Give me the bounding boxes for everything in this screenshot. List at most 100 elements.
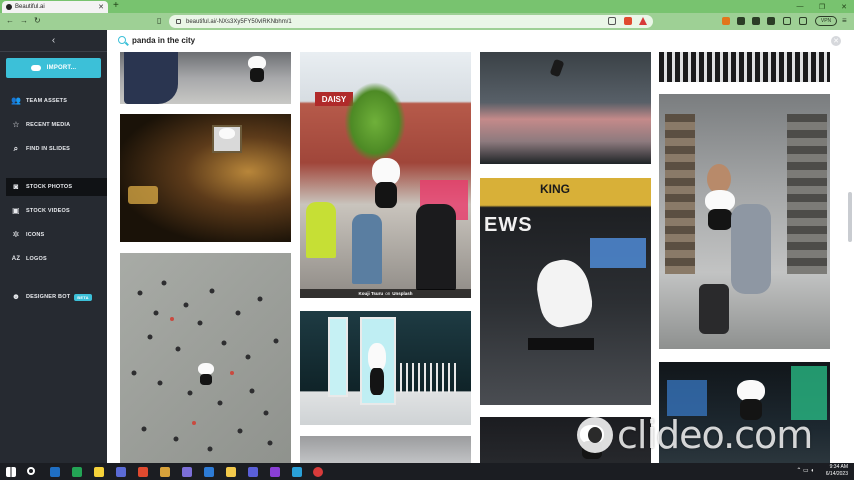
excel-icon[interactable]: [72, 467, 82, 477]
share-icon[interactable]: [608, 17, 616, 25]
results-scrollbar[interactable]: [848, 192, 852, 242]
photo-thumbnail[interactable]: DAISY Kouji Tsuru on Unsplash: [300, 52, 471, 298]
recording-icon[interactable]: [313, 467, 323, 477]
brave-shield-icon[interactable]: [624, 17, 632, 25]
import-button[interactable]: IMPORT...: [6, 58, 101, 78]
lock-icon: [176, 19, 181, 24]
photo-credit: Kouji Tsuru on Unsplash: [300, 289, 471, 298]
sidebar-item-logos[interactable]: AZ LOGOS: [0, 250, 107, 268]
collapse-panel-button[interactable]: ‹: [0, 30, 107, 52]
clideo-watermark: clideo.com: [577, 412, 813, 458]
search-icon: [118, 36, 126, 44]
sidebar-item-label: STOCK VIDEOS: [26, 208, 70, 214]
app-icon[interactable]: [204, 467, 214, 477]
gear-icon: ✲: [12, 230, 20, 239]
photo-credit-on: on: [385, 291, 391, 296]
maximize-icon[interactable]: ❐: [812, 0, 832, 13]
sidebar-item-recent-media[interactable]: ☆ RECENT MEDIA: [0, 116, 107, 134]
beta-badge: BETA: [74, 293, 92, 301]
photo-thumbnail[interactable]: [300, 436, 471, 463]
clock-time: 9:34 AM: [829, 464, 848, 470]
menu-icon[interactable]: ≡: [842, 16, 847, 26]
window-close-icon[interactable]: ✕: [834, 0, 854, 13]
sidebar-item-team-assets[interactable]: 👥 TEAM ASSETS: [0, 92, 107, 110]
star-icon: ☆: [12, 120, 20, 129]
tab-close-icon[interactable]: ✕: [98, 3, 104, 11]
sidebar-toggle-icon[interactable]: [783, 17, 791, 25]
new-tab-icon[interactable]: +: [113, 1, 119, 11]
watermark-text: clideo.com: [617, 413, 813, 457]
sidebar-item-stock-videos[interactable]: ▣ STOCK VIDEOS: [0, 202, 107, 220]
import-label: IMPORT...: [46, 65, 77, 71]
app-icon[interactable]: [248, 467, 258, 477]
puzzle-icon[interactable]: [767, 17, 775, 25]
browser-tabbar: Beautiful.ai ✕ + — ❐ ✕: [0, 0, 854, 13]
browser-tab[interactable]: Beautiful.ai ✕: [2, 1, 108, 13]
clideo-logo-icon: [577, 417, 613, 453]
sticky-notes-icon[interactable]: [94, 467, 104, 477]
vpn-label: VPN: [820, 18, 832, 24]
app-icon[interactable]: [182, 467, 192, 477]
visual-studio-icon[interactable]: [270, 467, 280, 477]
cloud-upload-icon: [30, 65, 41, 71]
clock-date: 6/14/2023: [825, 471, 848, 477]
system-tray-icons[interactable]: ⌃ ▭ ◖: [796, 467, 814, 474]
search-icon: ⌕: [13, 144, 19, 153]
sidebar-item-designer-bot[interactable]: ☻ DESIGNER BOT BETA: [0, 288, 107, 306]
search-icon[interactable]: [27, 467, 35, 475]
chevron-left-icon: ‹: [51, 35, 56, 46]
brave-icon[interactable]: [138, 467, 148, 477]
metamask-icon[interactable]: [722, 17, 730, 25]
camera-icon: ◙: [13, 182, 19, 191]
photo-credit-source[interactable]: Unsplash: [392, 291, 412, 296]
photo-thumbnail[interactable]: [120, 114, 291, 242]
taskbar-clock[interactable]: 9:34 AM 6/14/2023: [826, 464, 848, 478]
photo-thumbnail[interactable]: [659, 52, 830, 82]
sidebar-item-label: DESIGNER BOT: [26, 294, 71, 300]
extension-icon[interactable]: [737, 17, 745, 25]
back-icon[interactable]: ←: [6, 16, 14, 26]
beautiful-ai-favicon-icon: [6, 4, 12, 10]
photo-thumbnail[interactable]: [659, 94, 830, 349]
bookmark-icon[interactable]: ▯: [157, 16, 161, 26]
photo-results-grid: DAISY Kouji Tsuru on Unsplash KING EWS: [107, 52, 854, 463]
photo-thumbnail[interactable]: [120, 253, 291, 463]
photo-credit-author[interactable]: Kouji Tsuru: [359, 291, 384, 296]
photo-thumbnail[interactable]: [300, 311, 471, 425]
url-text: beautiful.ai/-NXs3Xy5FY50vlRKNbhm/1: [186, 18, 292, 25]
url-field[interactable]: beautiful.ai/-NXs3Xy5FY50vlRKNbhm/1: [169, 15, 653, 28]
sidebar-item-label: TEAM ASSETS: [26, 98, 68, 104]
sidebar-item-label: LOGOS: [26, 256, 47, 262]
app-icon[interactable]: [160, 467, 170, 477]
vpn-button[interactable]: VPN: [815, 16, 837, 26]
windows-start-icon[interactable]: [6, 467, 16, 477]
search-input[interactable]: panda in the city: [132, 36, 195, 45]
bot-icon: ☻: [11, 292, 21, 301]
vscode-icon[interactable]: [292, 467, 302, 477]
media-sidebar: ‹ IMPORT... 👥 TEAM ASSETS ☆ RECENT MEDIA…: [0, 30, 107, 463]
clear-search-icon[interactable]: ✕: [831, 36, 841, 46]
forward-icon[interactable]: →: [20, 16, 28, 26]
photo-thumbnail[interactable]: [480, 52, 651, 164]
browser-addressbar: ← → ↻ ▯ beautiful.ai/-NXs3Xy5FY50vlRKNbh…: [0, 13, 854, 30]
sidebar-item-label: RECENT MEDIA: [26, 122, 71, 128]
download-icon[interactable]: [799, 17, 807, 25]
teams-icon[interactable]: [116, 467, 126, 477]
team-icon: 👥: [11, 96, 22, 105]
minimize-icon[interactable]: —: [790, 0, 810, 13]
sidebar-item-find-in-slides[interactable]: ⌕ FIND IN SLIDES: [0, 140, 107, 158]
photo-thumbnail[interactable]: [120, 52, 291, 104]
sidebar-item-label: STOCK PHOTOS: [26, 184, 73, 190]
tab-title: Beautiful.ai: [15, 4, 45, 10]
sidebar-item-icons[interactable]: ✲ ICONS: [0, 226, 107, 244]
wallet-icon[interactable]: [752, 17, 760, 25]
az-icon: AZ: [11, 256, 21, 262]
search-bar: panda in the city ✕: [107, 30, 854, 52]
sidebar-item-label: FIND IN SLIDES: [26, 146, 71, 152]
outlook-icon[interactable]: [50, 467, 60, 477]
sidebar-item-stock-photos[interactable]: ◙ STOCK PHOTOS: [6, 178, 107, 196]
photo-thumbnail[interactable]: KING EWS: [480, 178, 651, 405]
file-explorer-icon[interactable]: [226, 467, 236, 477]
sidebar-item-label: ICONS: [26, 232, 45, 238]
reload-icon[interactable]: ↻: [34, 16, 41, 26]
